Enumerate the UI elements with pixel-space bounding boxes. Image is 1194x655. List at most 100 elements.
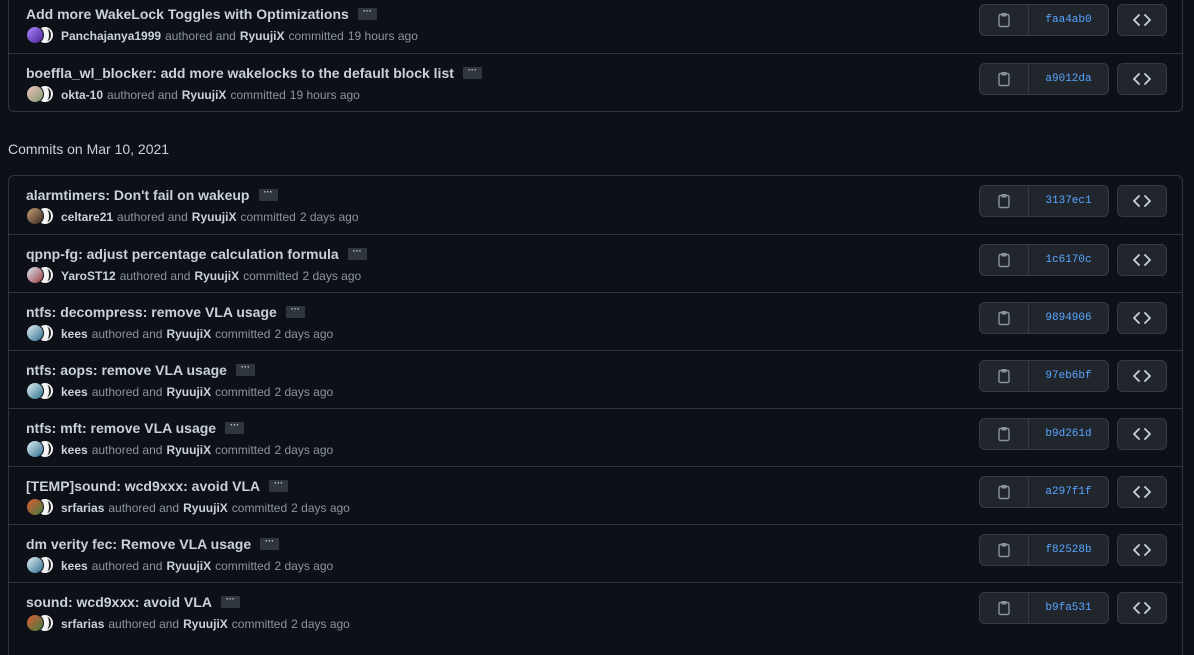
author-avatar[interactable] (26, 324, 44, 342)
committer-link[interactable]: RyuujiX (194, 269, 239, 283)
commit-sha-link[interactable]: b9d261d (1028, 418, 1109, 450)
commit-sha-link[interactable]: 9894906 (1028, 302, 1109, 334)
avatar-stack[interactable] (26, 266, 57, 286)
author-link[interactable]: kees (61, 443, 88, 457)
committer-link[interactable]: RyuujiX (166, 559, 211, 573)
commit-message-link[interactable]: ntfs: mft: remove VLA usage (26, 420, 216, 436)
expand-message-button[interactable]: ··· (260, 537, 280, 550)
copy-sha-button[interactable] (979, 476, 1029, 508)
author-link[interactable]: kees (61, 385, 88, 399)
author-avatar[interactable] (26, 85, 44, 103)
browse-repository-button[interactable] (1117, 534, 1167, 566)
author-link[interactable]: kees (61, 327, 88, 341)
commit-sha-link[interactable]: 97eb6bf (1028, 360, 1109, 392)
avatar-stack[interactable] (26, 207, 57, 227)
author-link[interactable]: YaroST12 (61, 269, 116, 283)
expand-message-button[interactable]: ··· (347, 247, 367, 260)
commit-time[interactable]: 2 days ago (302, 269, 361, 283)
browse-repository-button[interactable] (1117, 4, 1167, 36)
commit-message-link[interactable]: alarmtimers: Don't fail on wakeup (26, 187, 250, 203)
browse-repository-button[interactable] (1117, 185, 1167, 217)
commit-message-link[interactable]: dm verity fec: Remove VLA usage (26, 536, 251, 552)
commit-message-link[interactable]: [TEMP]sound: wcd9xxx: avoid VLA (26, 478, 260, 494)
commit-time[interactable]: 2 days ago (274, 327, 333, 341)
author-avatar[interactable] (26, 266, 44, 284)
commit-time[interactable]: 2 days ago (291, 617, 350, 631)
expand-message-button[interactable]: ··· (285, 305, 305, 318)
copy-sha-button[interactable] (979, 360, 1029, 392)
browse-repository-button[interactable] (1117, 244, 1167, 276)
copy-sha-button[interactable] (979, 592, 1029, 624)
author-link[interactable]: srfarias (61, 617, 104, 631)
author-avatar[interactable] (26, 207, 44, 225)
commit-sha-link[interactable]: a9012da (1028, 63, 1109, 95)
commit-time[interactable]: 2 days ago (291, 501, 350, 515)
commit-time[interactable]: 19 hours ago (348, 29, 418, 43)
commit-sha-link[interactable]: f82528b (1028, 534, 1109, 566)
author-link[interactable]: okta-10 (61, 88, 103, 102)
commit-message-link[interactable]: ntfs: decompress: remove VLA usage (26, 304, 277, 320)
author-avatar[interactable] (26, 556, 44, 574)
commit-message-link[interactable]: ntfs: aops: remove VLA usage (26, 362, 227, 378)
author-link[interactable]: srfarias (61, 501, 104, 515)
avatar-stack[interactable] (26, 382, 57, 402)
avatar-stack[interactable] (26, 556, 57, 576)
browse-repository-button[interactable] (1117, 360, 1167, 392)
author-avatar[interactable] (26, 26, 44, 44)
avatar-stack[interactable] (26, 440, 57, 460)
commit-sha-link[interactable]: 3137ec1 (1028, 185, 1109, 217)
expand-message-button[interactable]: ··· (269, 479, 289, 492)
commit-time[interactable]: 19 hours ago (290, 88, 360, 102)
committer-link[interactable]: RyuujiX (166, 443, 211, 457)
author-avatar[interactable] (26, 440, 44, 458)
author-link[interactable]: Panchajanya1999 (61, 29, 161, 43)
copy-sha-button[interactable] (979, 302, 1029, 334)
expand-message-button[interactable]: ··· (225, 421, 245, 434)
committer-link[interactable]: RyuujiX (183, 501, 228, 515)
committer-link[interactable]: RyuujiX (182, 88, 227, 102)
author-link[interactable]: celtare21 (61, 210, 113, 224)
browse-repository-button[interactable] (1117, 302, 1167, 334)
expand-message-button[interactable]: ··· (220, 595, 240, 608)
avatar-stack[interactable] (26, 324, 57, 344)
author-avatar[interactable] (26, 614, 44, 632)
avatar-stack[interactable] (26, 26, 57, 46)
expand-message-button[interactable]: ··· (258, 188, 278, 201)
browse-repository-button[interactable] (1117, 418, 1167, 450)
commit-message-link[interactable]: qpnp-fg: adjust percentage calculation f… (26, 246, 339, 262)
avatar-stack[interactable] (26, 614, 57, 634)
expand-message-button[interactable]: ··· (462, 66, 482, 79)
author-avatar[interactable] (26, 498, 44, 516)
copy-sha-button[interactable] (979, 185, 1029, 217)
commit-sha-link[interactable]: 1c6170c (1028, 244, 1109, 276)
commit-message-link[interactable]: sound: wcd9xxx: avoid VLA (26, 594, 212, 610)
commit-time[interactable]: 2 days ago (274, 559, 333, 573)
committer-link[interactable]: RyuujiX (183, 617, 228, 631)
copy-sha-button[interactable] (979, 534, 1029, 566)
browse-repository-button[interactable] (1117, 63, 1167, 95)
commit-message-link[interactable]: boeffla_wl_blocker: add more wakelocks t… (26, 65, 454, 81)
commit-time[interactable]: 2 days ago (274, 443, 333, 457)
commit-sha-link[interactable]: a297f1f (1028, 476, 1109, 508)
expand-message-button[interactable]: ··· (357, 7, 377, 20)
copy-sha-button[interactable] (979, 4, 1029, 36)
author-avatar[interactable] (26, 382, 44, 400)
copy-sha-button[interactable] (979, 63, 1029, 95)
browse-repository-button[interactable] (1117, 592, 1167, 624)
commit-time[interactable]: 2 days ago (274, 385, 333, 399)
copy-sha-button[interactable] (979, 418, 1029, 450)
expand-message-button[interactable]: ··· (235, 363, 255, 376)
author-link[interactable]: kees (61, 559, 88, 573)
committer-link[interactable]: RyuujiX (166, 385, 211, 399)
copy-sha-button[interactable] (979, 244, 1029, 276)
commit-sha-link[interactable]: faa4ab0 (1028, 4, 1109, 36)
committer-link[interactable]: RyuujiX (192, 210, 237, 224)
committer-link[interactable]: RyuujiX (240, 29, 285, 43)
commit-message-link[interactable]: Add more WakeLock Toggles with Optimizat… (26, 6, 349, 22)
commit-time[interactable]: 2 days ago (300, 210, 359, 224)
avatar-stack[interactable] (26, 85, 57, 105)
browse-repository-button[interactable] (1117, 476, 1167, 508)
commit-sha-link[interactable]: b9fa531 (1028, 592, 1109, 624)
committer-link[interactable]: RyuujiX (166, 327, 211, 341)
avatar-stack[interactable] (26, 498, 57, 518)
